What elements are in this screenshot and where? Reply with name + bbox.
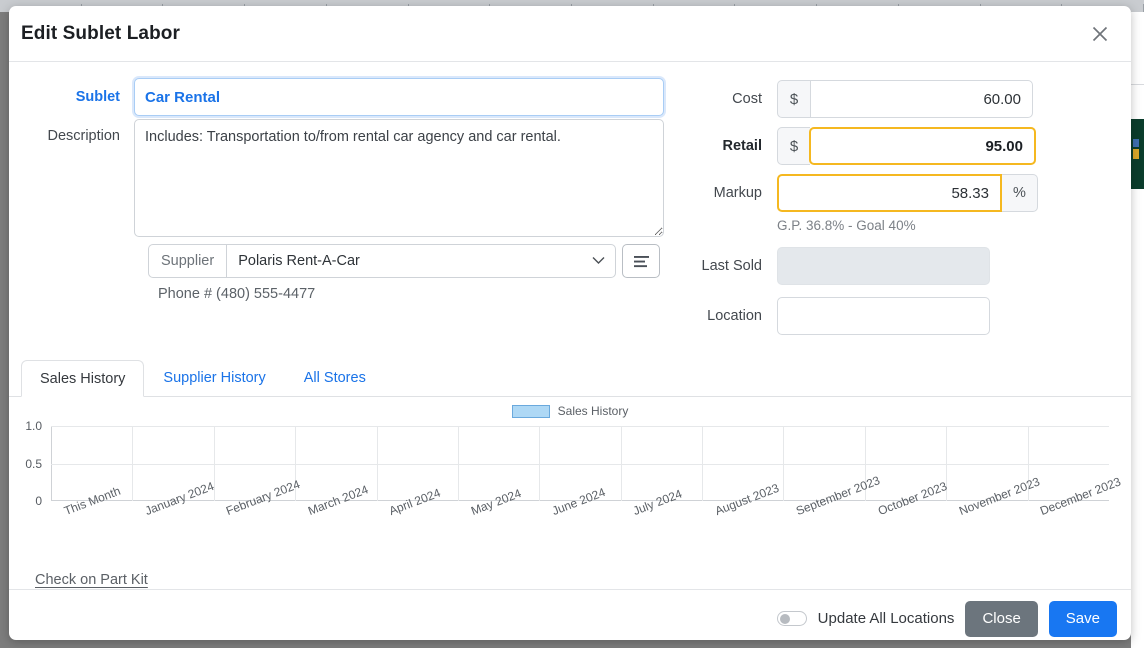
gross-profit-note: G.P. 36.8% - Goal 40% — [777, 218, 916, 233]
tab-all-stores[interactable]: All Stores — [285, 359, 385, 396]
cost-input-group: $ — [777, 80, 1033, 118]
sublet-label: Sublet — [75, 89, 120, 105]
supplier-selected-value: Polaris Rent-A-Car — [238, 253, 360, 269]
part-kit-row: Check on Part Kit — [9, 571, 1131, 589]
edit-sublet-labor-dialog: Edit Sublet Labor Sublet Description Inc… — [9, 6, 1131, 640]
markup-label: Markup — [713, 185, 762, 201]
chart-gridline — [620, 426, 622, 501]
background-green-panel — [1131, 119, 1144, 189]
location-row: Location — [681, 297, 1049, 335]
background-divider — [1131, 84, 1144, 85]
chart-gridline — [702, 426, 704, 501]
background-page-strip — [1131, 12, 1144, 648]
update-all-locations-group: Update All Locations — [776, 610, 955, 627]
cost-row: Cost $ — [681, 80, 1049, 118]
chevron-down-icon — [592, 252, 605, 270]
sales-history-chart: Sales History 1.0 0.5 0 This Month January … — [9, 397, 1131, 559]
chart-gridline — [783, 426, 785, 501]
description-row: Description Includes: Transportation to/… — [21, 119, 681, 237]
chart-legend: Sales History — [9, 404, 1131, 418]
chart-gridline — [51, 463, 1109, 465]
supplier-select-group: Supplier Polaris Rent-A-Car — [148, 244, 617, 278]
check-on-part-kit-link[interactable]: Check on Part Kit — [35, 572, 148, 588]
chart-y-tick-label: 0 — [35, 494, 42, 508]
markup-input[interactable] — [777, 174, 1002, 212]
chart-gridline — [132, 426, 134, 501]
list-lines-icon[interactable] — [622, 244, 661, 278]
chart-x-tick-labels: This Month January 2024 February 2024 March… — [51, 473, 1123, 557]
page-title: Edit Sublet Labor — [21, 22, 180, 44]
cost-input[interactable] — [810, 80, 1033, 118]
location-input[interactable] — [777, 297, 990, 335]
last-sold-input — [777, 247, 990, 285]
description-label: Description — [47, 128, 120, 144]
percent-suffix-icon: % — [1002, 174, 1038, 212]
retail-row: Retail $ — [681, 127, 1049, 165]
last-sold-label: Last Sold — [701, 258, 762, 274]
close-icon[interactable] — [1083, 17, 1117, 51]
update-all-locations-toggle[interactable] — [776, 611, 807, 626]
chart-y-tick-label: 1.0 — [25, 419, 42, 433]
location-label: Location — [707, 308, 762, 324]
chart-gridline — [376, 426, 378, 501]
legend-swatch-icon — [511, 404, 550, 418]
background-accent-gold — [1133, 149, 1139, 159]
currency-prefix-icon: $ — [777, 80, 810, 118]
markup-row: Markup % — [681, 174, 1049, 212]
markup-input-group: % — [777, 174, 1038, 212]
sublet-row: Sublet — [21, 78, 681, 116]
background-accent-blue — [1133, 139, 1139, 147]
cost-label: Cost — [732, 91, 762, 107]
sublet-input[interactable] — [134, 78, 664, 116]
dialog-body: Sublet Description Includes: Transportat… — [9, 62, 1131, 589]
tab-supplier-history[interactable]: Supplier History — [144, 359, 284, 396]
supplier-phone: Phone # (480) 555-4477 — [158, 286, 316, 302]
dialog-footer: Update All Locations Close Save — [9, 589, 1131, 640]
tab-sales-history[interactable]: Sales History — [21, 360, 145, 397]
currency-prefix-icon: $ — [777, 127, 810, 165]
history-tabs: Sales History Supplier History All Store… — [9, 360, 1131, 397]
supplier-label: Supplier — [148, 244, 227, 278]
right-form-column: Cost $ Retail $ Markup — [681, 78, 1131, 344]
supplier-row: Supplier Polaris Rent-A-Car — [21, 244, 681, 278]
description-textarea[interactable]: Includes: Transportation to/from rental … — [134, 119, 664, 237]
legend-label: Sales History — [557, 404, 629, 418]
form-area: Sublet Description Includes: Transportat… — [9, 62, 1131, 344]
close-button[interactable]: Close — [965, 600, 1038, 637]
update-all-locations-label: Update All Locations — [817, 610, 955, 627]
dialog-header: Edit Sublet Labor — [9, 6, 1131, 62]
chart-gridline — [457, 426, 459, 501]
chart-y-tick-label: 0.5 — [25, 456, 42, 471]
last-sold-row: Last Sold — [681, 247, 1049, 285]
retail-input[interactable] — [809, 127, 1036, 165]
supplier-select[interactable]: Polaris Rent-A-Car — [226, 244, 617, 278]
retail-input-group: $ — [777, 127, 1036, 165]
save-button[interactable]: Save — [1048, 600, 1117, 637]
chart-gridline — [539, 426, 541, 501]
left-form-column: Sublet Description Includes: Transportat… — [9, 78, 681, 344]
retail-label: Retail — [722, 138, 763, 154]
chart-gridline — [51, 426, 1109, 427]
